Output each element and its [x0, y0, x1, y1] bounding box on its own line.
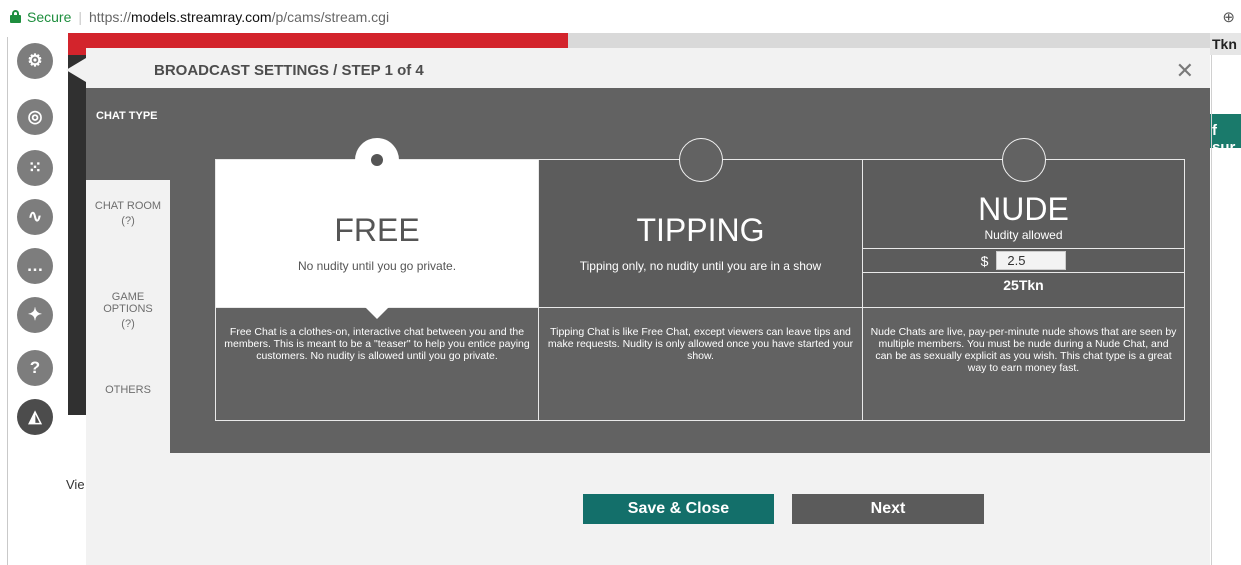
url-text[interactable]: https://models.streamray.com/p/cams/stre… [89, 9, 389, 25]
card-title: FREE [334, 212, 420, 248]
lock-icon [10, 10, 21, 23]
zoom-icon[interactable]: ⊕ [1222, 8, 1235, 26]
screen: Secure | https://models.streamray.com/p/… [0, 0, 1241, 565]
chat-type-card-nude[interactable]: NUDE Nudity allowed $ 25Tkn Nude Chats a… [862, 138, 1185, 422]
secure-label: Secure [27, 8, 72, 25]
radio-unselected-icon[interactable] [1001, 138, 1046, 182]
chat-bubble-icon[interactable]: … [17, 248, 53, 284]
background-banner: f sur [1209, 114, 1241, 156]
card-subtitle: Tipping only, no nudity until you are in… [579, 259, 822, 273]
sidenav-label: CHAT ROOM [94, 200, 162, 212]
price-per-minute-input[interactable] [996, 251, 1067, 270]
token-price-value: 25Tkn [1003, 277, 1044, 293]
rail-divider [7, 37, 8, 565]
broadcast-settings-modal: BROADCAST SETTINGS / STEP 1 of 4 ✕ CHAT … [86, 48, 1210, 565]
chat-type-card-free[interactable]: FREE No nudity until you go private. Fre… [215, 138, 539, 422]
currency-symbol: $ [980, 252, 989, 269]
url-path: /p/cams/stream.cgi [271, 8, 390, 25]
modal-pointer-notch [66, 58, 86, 82]
radio-selected-icon[interactable] [355, 138, 399, 182]
broadcast-icon[interactable]: ◭ [17, 399, 53, 435]
card-title: NUDE [978, 191, 1069, 227]
radio-unselected-icon[interactable] [678, 138, 723, 182]
card-description: Tipping Chat is like Free Chat, except v… [539, 307, 862, 422]
sidenav-label: GAME OPTIONS [103, 291, 153, 315]
help-circle-icon[interactable]: (?) [86, 215, 170, 227]
stats-line-icon[interactable]: ∿ [17, 199, 53, 235]
browser-address-bar[interactable]: Secure | https://models.streamray.com/p/… [0, 0, 1241, 33]
address-separator: | [78, 8, 82, 25]
sidenav-item-chat-room[interactable]: CHAT ROOM (?) [86, 200, 170, 227]
background-token-text: Tkn [1210, 33, 1241, 55]
selected-pointer-icon [365, 307, 389, 319]
card-subtitle: Nudity allowed [984, 228, 1063, 242]
sidenav-item-chat-type[interactable]: CHAT TYPE [96, 110, 158, 122]
next-button[interactable]: Next [792, 494, 984, 524]
left-icon-rail: ⚙ ◎ ⁙ ∿ … ✦ ? ◭ [0, 33, 66, 565]
sidenav-label: OTHERS [105, 384, 151, 396]
background-video-edge [68, 55, 86, 415]
url-protocol: https:// [89, 8, 132, 25]
sidenav-item-others[interactable]: OTHERS [86, 384, 170, 396]
modal-title: BROADCAST SETTINGS / STEP 1 of 4 [154, 62, 424, 79]
settings-gear-icon[interactable]: ⚙ [17, 43, 53, 79]
card-subtitle: No nudity until you go private. [297, 259, 457, 273]
save-close-button[interactable]: Save & Close [583, 494, 774, 524]
background-viewers-text: Vie [66, 477, 85, 492]
close-icon[interactable]: ✕ [1176, 58, 1194, 84]
card-description: Free Chat is a clothes-on, interactive c… [216, 307, 538, 422]
url-host: models.streamray.com [131, 8, 272, 25]
dice-icon[interactable]: ⁙ [17, 150, 53, 186]
sidenav-item-game-options[interactable]: GAME OPTIONS (?) [86, 291, 170, 330]
background-divider [1211, 55, 1212, 565]
help-icon[interactable]: ? [17, 350, 53, 386]
card-description: Nude Chats are live, pay-per-minute nude… [863, 307, 1184, 422]
target-icon[interactable]: ◎ [17, 99, 53, 135]
twitter-icon[interactable]: ✦ [17, 297, 53, 333]
price-row: $ [863, 248, 1184, 273]
chat-type-card-tipping[interactable]: TIPPING Tipping only, no nudity until yo… [538, 138, 863, 422]
card-title: TIPPING [636, 212, 765, 248]
help-circle-icon[interactable]: (?) [86, 318, 170, 330]
